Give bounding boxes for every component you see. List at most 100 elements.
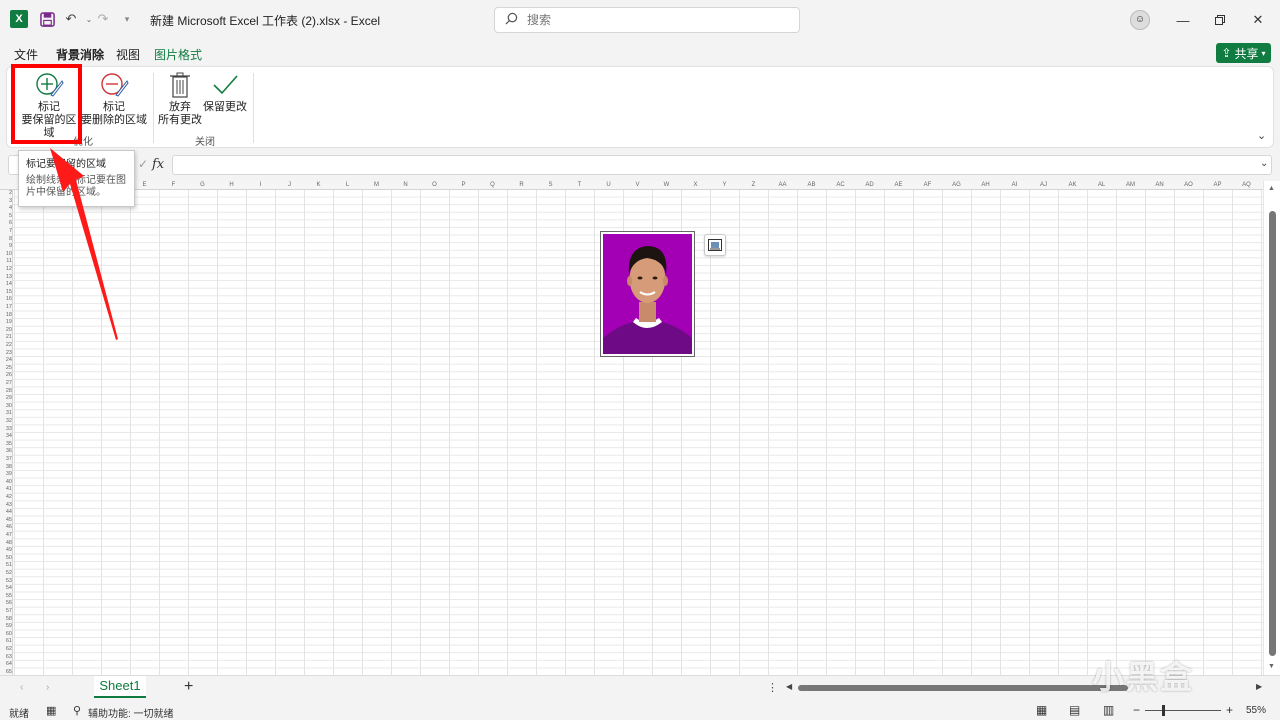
row-header-cell[interactable]: 63	[0, 654, 12, 662]
keep-changes-button[interactable]: 保留更改	[203, 71, 247, 114]
row-header-cell[interactable]: 8	[0, 236, 12, 244]
row-header-cell[interactable]: 13	[0, 274, 12, 282]
next-sheet-icon[interactable]: ›	[46, 682, 49, 693]
scroll-up-icon[interactable]: ▲	[1268, 185, 1275, 192]
row-header-cell[interactable]: 49	[0, 547, 12, 555]
search-box[interactable]	[494, 7, 800, 33]
column-header-cell[interactable]: AQ	[1232, 181, 1261, 189]
column-header-cell[interactable]: AL	[1087, 181, 1116, 189]
row-header-cell[interactable]: 9	[0, 243, 12, 251]
row-header-cell[interactable]: 12	[0, 266, 12, 274]
row-header-cell[interactable]: 4	[0, 205, 12, 213]
column-header-cell[interactable]: AO	[1174, 181, 1203, 189]
minimize-button[interactable]: —	[1168, 8, 1198, 32]
row-header-cell[interactable]: 26	[0, 372, 12, 380]
row-header-cell[interactable]: 16	[0, 296, 12, 304]
column-header-cell[interactable]: AP	[1203, 181, 1232, 189]
row-header-cell[interactable]: 21	[0, 334, 12, 342]
insert-function-icon[interactable]: fx	[152, 157, 164, 172]
column-header-cell[interactable]: AI	[1000, 181, 1029, 189]
expand-formula-bar-icon[interactable]: ⌄	[1260, 158, 1268, 169]
column-header-cell[interactable]: S	[536, 181, 565, 189]
column-header-cell[interactable]: AN	[1145, 181, 1174, 189]
vertical-scrollbar[interactable]: ▲ ▼	[1263, 181, 1280, 675]
redo-icon[interactable]: ↷	[94, 10, 112, 28]
column-header-cell[interactable]: Y	[710, 181, 739, 189]
zoom-in-icon[interactable]: +	[1226, 703, 1233, 717]
undo-icon[interactable]: ↶	[62, 10, 80, 28]
column-header-cell[interactable]: AH	[971, 181, 1000, 189]
save-icon[interactable]	[38, 10, 56, 28]
column-header-cell[interactable]: R	[507, 181, 536, 189]
column-header-cell[interactable]: U	[594, 181, 623, 189]
row-header-cell[interactable]: 32	[0, 418, 12, 426]
zoom-slider[interactable]	[1145, 710, 1221, 711]
row-header-cell[interactable]: 27	[0, 380, 12, 388]
column-header-cell[interactable]: X	[681, 181, 710, 189]
zoom-out-icon[interactable]: −	[1133, 703, 1140, 717]
row-header-cell[interactable]: 36	[0, 448, 12, 456]
row-header-cell[interactable]: 35	[0, 441, 12, 449]
row-header-cell[interactable]: 57	[0, 608, 12, 616]
restore-button[interactable]	[1205, 8, 1235, 32]
previous-sheet-icon[interactable]: ‹	[20, 682, 23, 693]
row-header-cell[interactable]: 50	[0, 555, 12, 563]
row-header-cell[interactable]: 60	[0, 631, 12, 639]
row-header-cell[interactable]: 24	[0, 357, 12, 365]
row-header-cell[interactable]: 52	[0, 570, 12, 578]
row-header-cell[interactable]: 38	[0, 464, 12, 472]
row-header-cell[interactable]: 18	[0, 312, 12, 320]
row-header-cell[interactable]: 17	[0, 304, 12, 312]
column-header-cell[interactable]: AC	[826, 181, 855, 189]
accessibility-icon[interactable]: ⚲	[73, 704, 81, 717]
column-header-cell[interactable]: J	[275, 181, 304, 189]
column-header-cell[interactable]: I	[246, 181, 275, 189]
row-header-cell[interactable]: 7	[0, 228, 12, 236]
zoom-slider-thumb[interactable]	[1162, 705, 1165, 716]
row-header-cell[interactable]: 19	[0, 319, 12, 327]
column-header-cell[interactable]: K	[304, 181, 333, 189]
row-header-cell[interactable]: 23	[0, 350, 12, 358]
page-break-preview-icon[interactable]: ▥	[1103, 703, 1114, 717]
share-button[interactable]: ⇪ 共享 ▾	[1216, 43, 1271, 63]
row-header-cell[interactable]: 31	[0, 410, 12, 418]
column-header-cell[interactable]: AM	[1116, 181, 1145, 189]
scroll-left-icon[interactable]: ◀	[786, 682, 792, 691]
collapse-ribbon-icon[interactable]: ⌄	[1257, 129, 1266, 142]
column-header-cell[interactable]: AK	[1058, 181, 1087, 189]
row-header-cell[interactable]: 54	[0, 585, 12, 593]
row-header-cell[interactable]: 42	[0, 494, 12, 502]
row-header-cell[interactable]: 43	[0, 502, 12, 510]
column-header-cell[interactable]: AF	[913, 181, 942, 189]
row-header-cell[interactable]: 62	[0, 646, 12, 654]
column-header-cell[interactable]: O	[420, 181, 449, 189]
row-header-cell[interactable]: 34	[0, 433, 12, 441]
row-header-cell[interactable]: 46	[0, 524, 12, 532]
column-header-cell[interactable]: AG	[942, 181, 971, 189]
accessibility-status[interactable]: 辅助功能: 一切就绪	[88, 705, 174, 720]
column-header-cell[interactable]: G	[188, 181, 217, 189]
discard-all-changes-button[interactable]: 放弃 所有更改	[157, 71, 203, 127]
mark-areas-to-remove-button[interactable]: 标记 要删除的区域	[81, 71, 147, 127]
row-header-cell[interactable]: 44	[0, 509, 12, 517]
column-header-cell[interactable]: M	[362, 181, 391, 189]
row-header-cell[interactable]: 33	[0, 426, 12, 434]
row-header-cell[interactable]: 22	[0, 342, 12, 350]
tab-file[interactable]: 文件	[14, 46, 38, 63]
column-header-cell[interactable]: F	[159, 181, 188, 189]
close-button[interactable]: ✕	[1243, 8, 1273, 32]
row-header-cell[interactable]: 64	[0, 661, 12, 669]
row-header-cell[interactable]: 29	[0, 395, 12, 403]
scroll-right-icon[interactable]: ▶	[1256, 682, 1262, 691]
tab-background-removal[interactable]: 背景消除	[56, 46, 105, 68]
scroll-down-icon[interactable]: ▼	[1268, 663, 1275, 670]
normal-view-icon[interactable]: ▦	[1036, 703, 1047, 717]
tab-view[interactable]: 视图	[116, 46, 140, 63]
formula-input[interactable]	[172, 155, 1272, 175]
row-header-cell[interactable]: 39	[0, 471, 12, 479]
row-header-cell[interactable]: 41	[0, 486, 12, 494]
row-header-cell[interactable]: 5	[0, 213, 12, 221]
row-header-cell[interactable]: 45	[0, 517, 12, 525]
row-header-cell[interactable]: 40	[0, 479, 12, 487]
row-header-cell[interactable]: 6	[0, 220, 12, 228]
